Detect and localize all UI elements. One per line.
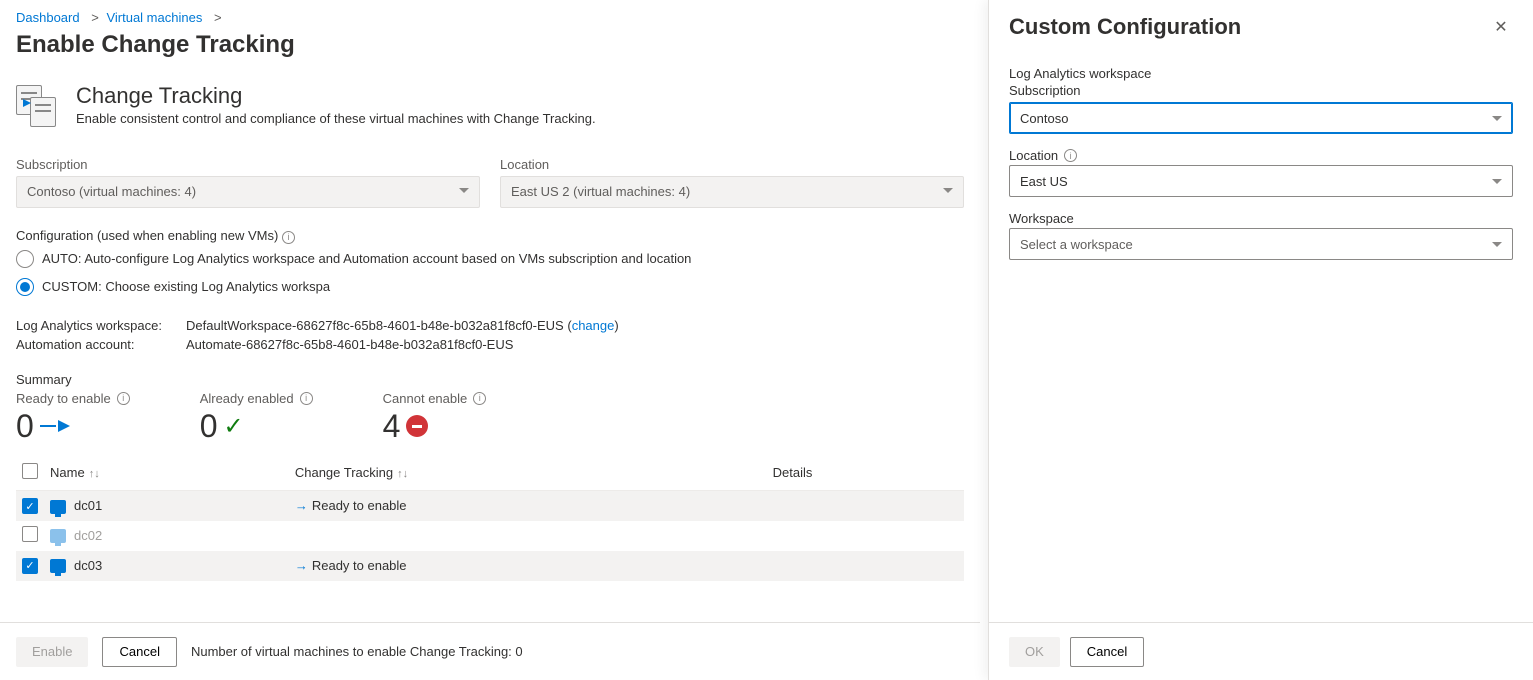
radio-auto[interactable]: AUTO: Auto-configure Log Analytics works…: [16, 250, 691, 268]
cancel-button[interactable]: Cancel: [102, 637, 176, 667]
summary-label: Summary: [16, 372, 964, 387]
location-label: Location: [500, 157, 964, 172]
select-all-checkbox[interactable]: [22, 463, 38, 479]
vm-name: dc01: [74, 498, 102, 513]
vm-name: dc02: [74, 528, 102, 543]
change-tracking-subtitle: Enable consistent control and compliance…: [76, 111, 596, 126]
sort-icon: ↑↓: [89, 468, 100, 480]
panel-location-select[interactable]: East US: [1009, 165, 1513, 197]
footer-status: Number of virtual machines to enable Cha…: [191, 644, 523, 659]
panel-location-value: East US: [1020, 174, 1068, 189]
vm-icon: [50, 500, 66, 514]
workspace-change-link[interactable]: change: [572, 318, 615, 333]
arrow-right-icon: [40, 420, 70, 432]
page-title: Enable Change Tracking: [16, 31, 964, 59]
custom-configuration-panel: Custom Configuration ✕ Log Analytics wor…: [988, 0, 1533, 680]
row-checkbox[interactable]: [22, 526, 38, 542]
chevron-down-icon: [1492, 242, 1502, 247]
arrow-right-icon: →: [295, 558, 308, 573]
change-tracking-header: Change Tracking Enable consistent contro…: [16, 83, 964, 127]
check-icon: ✓: [223, 412, 243, 441]
col-details[interactable]: Details: [773, 465, 813, 480]
info-icon[interactable]: i: [1064, 149, 1077, 162]
chevron-down-icon: [1492, 116, 1502, 121]
change-tracking-status: Ready to enable: [312, 558, 407, 573]
stat-already: Already enabledi 0✓: [200, 391, 313, 445]
info-icon[interactable]: i: [473, 392, 486, 405]
location-select[interactable]: East US 2 (virtual machines: 4): [500, 176, 964, 208]
panel-workspace-select[interactable]: Select a workspace: [1009, 228, 1513, 260]
subscription-value: Contoso (virtual machines: 4): [27, 184, 196, 199]
workspace-value: DefaultWorkspace-68627f8c-65b8-4601-b48e…: [186, 318, 619, 333]
col-name[interactable]: Name: [50, 465, 85, 480]
subscription-select[interactable]: Contoso (virtual machines: 4): [16, 176, 480, 208]
panel-subscription-select[interactable]: Contoso: [1009, 102, 1513, 134]
info-icon[interactable]: i: [300, 392, 313, 405]
radio-custom[interactable]: CUSTOM: Choose existing Log Analytics wo…: [16, 278, 330, 296]
prohibit-icon: [406, 415, 428, 437]
vm-table: Name ↑↓ Change Tracking ↑↓ Details dc01 → Re…: [16, 455, 964, 581]
breadcrumb-virtual-machines[interactable]: Virtual machines: [106, 10, 202, 25]
configuration-label: Configuration (used when enabling new VM…: [16, 228, 964, 244]
subscription-label: Subscription: [16, 157, 480, 172]
change-tracking-status: Ready to enable: [312, 498, 407, 513]
row-checkbox[interactable]: [22, 498, 38, 514]
breadcrumb-sep: >: [91, 10, 99, 25]
panel-workspace-placeholder: Select a workspace: [1020, 237, 1133, 252]
breadcrumb-sep: >: [214, 10, 222, 25]
breadcrumb-dashboard[interactable]: Dashboard: [16, 10, 80, 25]
chevron-down-icon: [1492, 179, 1502, 184]
sort-icon: ↑↓: [397, 468, 408, 480]
change-tracking-title: Change Tracking: [76, 83, 596, 109]
info-icon[interactable]: i: [117, 392, 130, 405]
location-value: East US 2 (virtual machines: 4): [511, 184, 690, 199]
panel-location-label: Locationi: [1009, 148, 1513, 163]
enable-button[interactable]: Enable: [16, 637, 88, 667]
chevron-down-icon: [459, 188, 469, 193]
stat-ready: Ready to enablei 0: [16, 391, 130, 445]
panel-la-label: Log Analytics workspace: [1009, 66, 1513, 81]
panel-workspace-label: Workspace: [1009, 211, 1513, 226]
footer-bar: Enable Cancel Number of virtual machines…: [0, 622, 980, 680]
arrow-right-icon: →: [295, 498, 308, 513]
vm-icon: [50, 529, 66, 543]
row-checkbox[interactable]: [22, 558, 38, 574]
table-row[interactable]: dc01 → Ready to enable: [16, 491, 964, 521]
table-row[interactable]: dc02: [16, 521, 964, 551]
panel-title: Custom Configuration: [1009, 14, 1241, 40]
change-tracking-icon: [16, 85, 58, 127]
panel-cancel-button[interactable]: Cancel: [1070, 637, 1144, 667]
automation-value: Automate-68627f8c-65b8-4601-b48e-b032a81…: [186, 337, 513, 352]
vm-name: dc03: [74, 558, 102, 573]
vm-icon: [50, 559, 66, 573]
col-change-tracking[interactable]: Change Tracking: [295, 465, 393, 480]
ok-button[interactable]: OK: [1009, 637, 1060, 667]
radio-custom-label: CUSTOM: Choose existing Log Analytics wo…: [42, 279, 330, 294]
panel-subscription-label: Subscription: [1009, 83, 1513, 98]
stat-cannot: Cannot enablei 4: [383, 391, 487, 445]
close-icon[interactable]: ✕: [1489, 15, 1513, 39]
workspace-key: Log Analytics workspace:: [16, 318, 186, 333]
table-row[interactable]: dc03 → Ready to enable: [16, 551, 964, 581]
automation-key: Automation account:: [16, 337, 186, 352]
chevron-down-icon: [943, 188, 953, 193]
info-icon[interactable]: i: [282, 231, 295, 244]
radio-auto-label: AUTO: Auto-configure Log Analytics works…: [42, 251, 691, 266]
breadcrumb: Dashboard > Virtual machines >: [16, 8, 964, 31]
panel-subscription-value: Contoso: [1020, 111, 1068, 126]
